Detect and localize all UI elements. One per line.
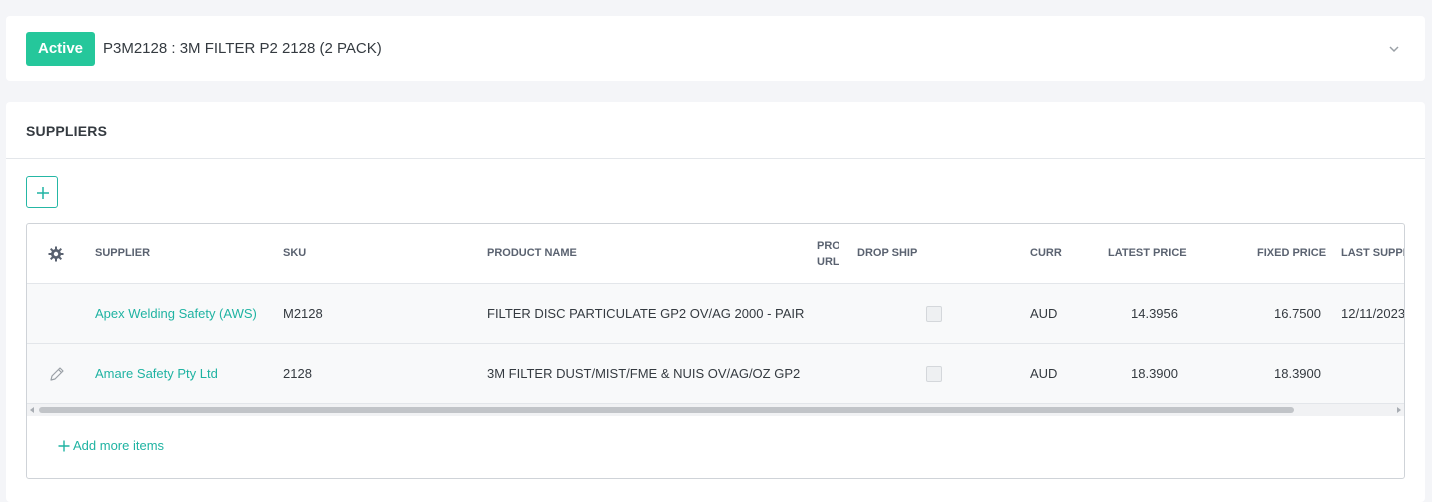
section-title: SUPPLIERS — [26, 123, 108, 139]
scroll-right-arrow-icon[interactable] — [1397, 407, 1401, 413]
column-header-latest-price[interactable]: LATEST PRICE — [1108, 247, 1187, 259]
supplier-link[interactable]: Amare Safety Pty Ltd — [95, 366, 218, 381]
scrollbar-thumb[interactable] — [39, 407, 1294, 413]
product-header-card: Active P3M2128 : 3M FILTER P2 2128 (2 PA… — [6, 16, 1425, 81]
suppliers-card: SUPPLIERS SUPPLIER SKU PRODUCT NAME PRO … — [6, 102, 1425, 502]
suppliers-table: SUPPLIER SKU PRODUCT NAME PRODUCT URL DR… — [26, 223, 1405, 479]
supplier-link[interactable]: Apex Welding Safety (AWS) — [95, 306, 257, 321]
gear-icon[interactable] — [48, 246, 64, 262]
table-row[interactable]: Apex Welding Safety (AWS) M2128 FILTER D… — [27, 284, 1404, 344]
table-row[interactable]: Amare Safety Pty Ltd 2128 3M FILTER DUST… — [27, 344, 1404, 404]
column-header-product-name[interactable]: PRODUCT NAME — [487, 247, 577, 259]
pencil-icon[interactable] — [48, 365, 66, 383]
column-header-curr[interactable]: CURR — [1030, 247, 1062, 259]
currency-cell: AUD — [1030, 306, 1058, 321]
column-header-product-url[interactable]: PRODUCT URL — [817, 238, 839, 270]
last-supplied-cell: 12/11/2023 — [1341, 306, 1405, 321]
add-supplier-button[interactable] — [26, 176, 58, 208]
product-name-cell: FILTER DISC PARTICULATE GP2 OV/AG 2000 -… — [487, 306, 805, 321]
latest-price-cell: 18.3900 — [1131, 366, 1178, 381]
drop-ship-checkbox[interactable] — [926, 366, 942, 382]
plus-icon — [58, 440, 70, 452]
chevron-down-icon[interactable] — [1387, 42, 1401, 56]
add-more-items-label: Add more items — [73, 438, 165, 453]
currency-cell: AUD — [1030, 366, 1058, 381]
column-header-supplier[interactable]: SUPPLIER — [95, 247, 150, 259]
column-header-last-supplied[interactable]: LAST SUPPLIED — [1341, 247, 1404, 259]
add-more-items-link[interactable]: Add more items — [58, 438, 164, 453]
divider — [6, 158, 1425, 159]
status-badge: Active — [26, 32, 96, 66]
sku-cell: 2128 — [283, 366, 312, 381]
table-header: SUPPLIER SKU PRODUCT NAME PRODUCT URL DR… — [27, 224, 1404, 284]
fixed-price-cell: 18.3900 — [1274, 366, 1321, 381]
column-header-fixed-price[interactable]: FIXED PRICE — [1257, 247, 1326, 259]
drop-ship-checkbox[interactable] — [926, 306, 942, 322]
fixed-price-cell: 16.7500 — [1274, 306, 1321, 321]
product-title: P3M2128 : 3M FILTER P2 2128 (2 PACK) — [103, 40, 382, 57]
column-header-drop-ship[interactable]: DROP SHIP — [857, 247, 917, 259]
column-header-sku[interactable]: SKU — [283, 247, 306, 259]
product-name-cell: 3M FILTER DUST/MIST/FME & NUIS OV/AG/OZ … — [487, 366, 801, 381]
sku-cell: M2128 — [283, 306, 323, 321]
plus-icon — [37, 187, 49, 199]
latest-price-cell: 14.3956 — [1131, 306, 1178, 321]
scroll-left-arrow-icon[interactable] — [30, 407, 34, 413]
horizontal-scrollbar[interactable] — [27, 404, 1404, 416]
